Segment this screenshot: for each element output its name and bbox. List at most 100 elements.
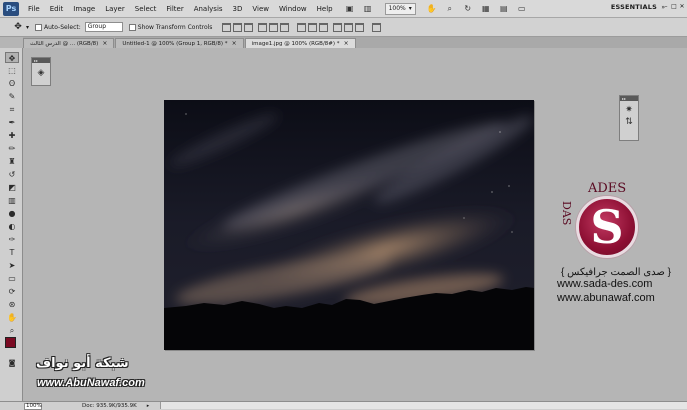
history-brush-tool-icon[interactable]: ↺ xyxy=(5,169,19,180)
menu-edit[interactable]: Edit xyxy=(45,0,69,18)
menu-help[interactable]: Help xyxy=(312,0,338,18)
brush-tool-icon[interactable]: ✏ xyxy=(5,143,19,154)
shape-tool-icon[interactable]: ▭ xyxy=(5,273,19,284)
status-zoom-field[interactable]: 100% xyxy=(24,402,42,410)
menu-select[interactable]: Select xyxy=(130,0,162,18)
chevron-down-icon: ▾ xyxy=(408,4,412,12)
layers-icon[interactable]: ◈ xyxy=(32,67,50,79)
workspace-switcher[interactable]: ESSENTIALS xyxy=(611,3,657,11)
tools-panel: ✥ ⬚ ʘ ✎ ⌗ ✒ ✚ ✏ ♜ ↺ ◩ ▥ ● ◐ ✑ T ➤ ▭ ⟳ ⊛ … xyxy=(0,48,23,401)
menu-file[interactable]: File xyxy=(23,0,45,18)
close-icon[interactable]: ✕ xyxy=(679,3,685,11)
auto-select-checkbox[interactable] xyxy=(35,23,43,31)
move-tool-preset-icon[interactable]: ✥ xyxy=(10,20,26,34)
auto-select-dropdown[interactable]: Group xyxy=(84,22,123,32)
distribute-left-icon[interactable] xyxy=(333,22,343,32)
zoom-level-value: 100% xyxy=(388,4,406,12)
navigator-icon[interactable]: ✷ xyxy=(620,104,638,116)
screen-mode-icon[interactable]: ▭ xyxy=(516,3,528,15)
auto-align-icon[interactable] xyxy=(372,22,382,32)
align-left-icon[interactable] xyxy=(258,22,268,32)
tab-document-2[interactable]: Untitled-1 @ 100% (Group 1, RGB/8) * × xyxy=(115,38,244,48)
chevron-down-icon[interactable]: ▾ xyxy=(26,24,29,31)
3d-rotate-tool-icon[interactable]: ⟳ xyxy=(5,286,19,297)
show-transform-checkbox[interactable] xyxy=(128,23,136,31)
photoshop-logo-icon: Ps xyxy=(3,1,19,16)
align-bottom-icon[interactable] xyxy=(244,22,254,32)
show-transform-label: Show Transform Controls xyxy=(137,23,213,31)
watermark-url-1: www.sada-des.com xyxy=(557,278,653,290)
healing-brush-tool-icon[interactable]: ✚ xyxy=(5,130,19,141)
quick-mask-icon[interactable]: ◙ xyxy=(5,358,19,369)
menu-window[interactable]: Window xyxy=(274,0,312,18)
menu-3d[interactable]: 3D xyxy=(228,0,248,18)
menu-analysis[interactable]: Analysis xyxy=(189,0,228,18)
close-icon[interactable]: × xyxy=(232,39,237,48)
distribute-bottom-icon[interactable] xyxy=(319,22,329,32)
menu-view[interactable]: View xyxy=(247,0,274,18)
grid-icon[interactable]: ▦ xyxy=(480,3,492,15)
document-canvas[interactable] xyxy=(164,100,534,350)
path-selection-tool-icon[interactable]: ➤ xyxy=(5,260,19,271)
watermark-url-2: www.abunawaf.com xyxy=(557,292,655,304)
floating-panel-left: ▸▸ ◈ xyxy=(31,57,51,86)
chevron-right-icon[interactable]: ▸ xyxy=(147,403,150,409)
distribute-top-icon[interactable] xyxy=(297,22,307,32)
align-hcenter-icon[interactable] xyxy=(269,22,279,32)
watermark-arabic-line: { صدى الصمت جرافيكس } xyxy=(561,267,672,278)
panel-header[interactable]: ▸▸ xyxy=(620,96,638,101)
zoom-level-select[interactable]: 100% ▾ xyxy=(384,2,416,15)
doc-size-info: Doc: 935.9K/935.9K xyxy=(82,403,137,409)
align-buttons xyxy=(222,22,290,32)
3d-orbit-tool-icon[interactable]: ⊛ xyxy=(5,299,19,310)
auto-select-label: Auto-Select: xyxy=(44,23,81,31)
move-tool-icon[interactable]: ✥ xyxy=(5,52,19,63)
hand-icon[interactable]: ✋ xyxy=(426,3,438,15)
marquee-tool-icon[interactable]: ⬚ xyxy=(5,65,19,76)
bridge-icon[interactable]: ▣ xyxy=(344,3,356,15)
distribute-right-icon[interactable] xyxy=(355,22,365,32)
menu-bar: Ps File Edit Image Layer Select Filter A… xyxy=(0,0,687,18)
arrange-documents-icon[interactable]: ▤ xyxy=(498,3,510,15)
restore-icon[interactable]: □ xyxy=(671,3,677,11)
zoom-tool-icon[interactable]: ⌕ xyxy=(5,325,19,336)
align-right-icon[interactable] xyxy=(280,22,290,32)
lasso-tool-icon[interactable]: ʘ xyxy=(5,78,19,89)
type-tool-icon[interactable]: T xyxy=(5,247,19,258)
watermark-deco-text: ADES xyxy=(588,181,627,196)
close-icon[interactable]: × xyxy=(102,39,107,48)
abunawaf-arabic-watermark: شبكة أبو نواف xyxy=(36,356,129,371)
distribute-hcenter-icon[interactable] xyxy=(344,22,354,32)
rotate-view-icon[interactable]: ↻ xyxy=(462,3,474,15)
zoom-icon[interactable]: ⌕ xyxy=(444,3,456,15)
hand-tool-icon[interactable]: ✋ xyxy=(5,312,19,323)
minimize-icon[interactable]: – xyxy=(663,3,669,11)
distribute-buttons xyxy=(297,22,382,32)
eraser-tool-icon[interactable]: ◩ xyxy=(5,182,19,193)
mini-bridge-icon[interactable]: ▥ xyxy=(362,3,374,15)
tab-label: Untitled-1 @ 100% (Group 1, RGB/8) * xyxy=(122,41,228,47)
close-icon[interactable]: × xyxy=(344,39,349,48)
align-top-icon[interactable] xyxy=(222,22,232,32)
tab-document-1[interactable]: الدرس الثالث @ ... (RGB/8) × xyxy=(23,38,115,48)
adjustments-icon[interactable]: ⇅ xyxy=(620,116,638,128)
align-vcenter-icon[interactable] xyxy=(233,22,243,32)
gradient-tool-icon[interactable]: ▥ xyxy=(5,195,19,206)
horizontal-scrollbar[interactable] xyxy=(160,402,687,409)
distribute-vcenter-icon[interactable] xyxy=(308,22,318,32)
foreground-color-swatch[interactable] xyxy=(5,337,16,348)
eyedropper-tool-icon[interactable]: ✒ xyxy=(5,117,19,128)
clone-stamp-tool-icon[interactable]: ♜ xyxy=(5,156,19,167)
menu-layer[interactable]: Layer xyxy=(100,0,130,18)
panel-header[interactable]: ▸▸ xyxy=(32,58,50,63)
quick-selection-tool-icon[interactable]: ✎ xyxy=(5,91,19,102)
menu-image[interactable]: Image xyxy=(68,0,100,18)
dodge-tool-icon[interactable]: ◐ xyxy=(5,221,19,232)
pen-tool-icon[interactable]: ✑ xyxy=(5,234,19,245)
crop-tool-icon[interactable]: ⌗ xyxy=(5,104,19,115)
window-controls: – □ ✕ xyxy=(663,3,685,11)
tab-document-3[interactable]: image1.jpg @ 100% (RGB/8#) * × xyxy=(244,38,356,48)
abunawaf-url-watermark: www.AbuNawaf.com xyxy=(37,377,145,389)
blur-tool-icon[interactable]: ● xyxy=(5,208,19,219)
menu-filter[interactable]: Filter xyxy=(161,0,188,18)
